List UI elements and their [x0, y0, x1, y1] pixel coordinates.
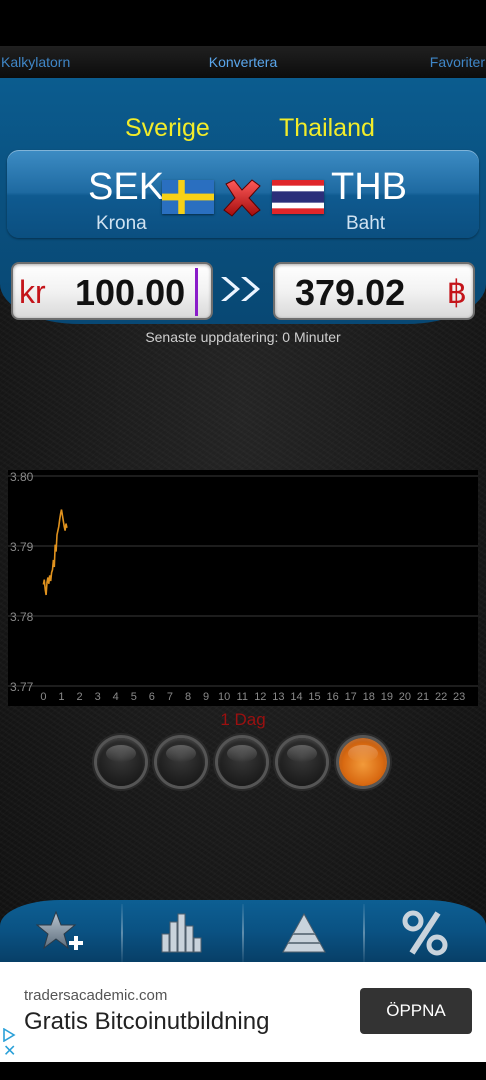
from-currency-name: Krona [96, 213, 147, 234]
chart-x-tick-label: 8 [185, 691, 191, 703]
chart-x-tick-label: 22 [435, 691, 447, 703]
tab-favorites[interactable]: Favoriter [430, 54, 485, 70]
chart-x-tick-label: 14 [290, 691, 302, 703]
chart-y-tick-label: 3.79 [10, 540, 34, 554]
percent-icon [402, 910, 448, 956]
chart-y-tick-label: 3.80 [10, 470, 34, 484]
tab-calculator[interactable]: Kalkylatorn [1, 54, 70, 70]
tab-convert[interactable]: Konvertera [209, 54, 277, 70]
chart-icon [161, 913, 202, 953]
chart-x-tick-label: 5 [131, 691, 137, 703]
add-favorite-icon [36, 910, 83, 950]
chart-x-tick-label: 21 [417, 691, 429, 703]
period-label: 1 Dag [220, 710, 266, 729]
chart-x-tick-label: 16 [327, 691, 339, 703]
chart-x-tick-label: 6 [149, 691, 155, 703]
chart-button[interactable] [122, 900, 242, 962]
chart-x-tick-label: 20 [399, 691, 411, 703]
period-button-3[interactable] [218, 738, 266, 786]
percent-button[interactable] [364, 900, 484, 962]
currency-pair: SEK Krona THB Baht [7, 150, 479, 238]
chart-x-tick-label: 12 [254, 691, 266, 703]
from-currency-code[interactable]: SEK [88, 166, 164, 209]
tab-convert-container: Konvertera [0, 54, 486, 70]
to-currency-name: Baht [346, 213, 386, 234]
chart-y-tick-label: 3.78 [10, 610, 34, 624]
chart-x-tick-label: 11 [237, 691, 248, 703]
chart-x-tick-label: 19 [381, 691, 393, 703]
chart-x-tick-label: 2 [77, 691, 83, 703]
add-favorite-button[interactable] [0, 900, 120, 962]
to-amount-value: 379.02 [295, 272, 406, 313]
last-update-text: Senaste uppdatering: 0 Minuter [145, 329, 341, 345]
period-button-4[interactable] [278, 738, 326, 786]
chart-y-tick-label: 3.77 [10, 680, 34, 694]
chart-x-tick-label: 15 [308, 691, 320, 703]
chart-x-tick-label: 10 [218, 691, 230, 703]
bottom-toolbar [0, 900, 486, 962]
period-button-1[interactable] [97, 738, 145, 786]
pyramid-button[interactable] [243, 900, 363, 962]
status-bar [0, 0, 486, 46]
ad-domain: tradersacademic.com [24, 987, 168, 1004]
from-country[interactable]: Sverige [125, 114, 210, 143]
period-button-2[interactable] [157, 738, 205, 786]
ad-open-button[interactable]: ÖPPNA [360, 988, 472, 1034]
ad-title[interactable]: Gratis Bitcoinutbildning [24, 1008, 269, 1036]
ad-banner[interactable]: tradersacademic.com Gratis Bitcoinutbild… [0, 962, 486, 1062]
rate-chart: 3.803.793.783.770 1 2 3 4 5 6 7 8 9 10 11 12 13 14 15 16… [8, 470, 478, 706]
chart-x-tick-label: 13 [272, 691, 284, 703]
chart-x-tick-label: 3 [95, 691, 101, 703]
top-tab-bar: Kalkylatorn Konvertera Favoriter [0, 46, 486, 79]
from-currency-symbol: kr [19, 274, 46, 310]
adchoices-icon[interactable] [2, 1028, 16, 1042]
to-country[interactable]: Thailand [279, 114, 375, 143]
converter-panel: Sverige Thailand SEK Krona THB Baht kr 1… [0, 78, 486, 324]
sweden-flag-icon[interactable] [162, 180, 214, 214]
swap-icon[interactable] [220, 176, 264, 220]
chart-x-tick-label: 7 [167, 691, 173, 703]
chart-x-tick-label: 1 [58, 691, 64, 703]
chart-x-tick-label: 17 [345, 691, 357, 703]
converter-screen: Kalkylatorn Konvertera Favoriter Sverige… [0, 46, 486, 962]
chart-x-tick-label: 9 [203, 691, 209, 703]
from-amount-value[interactable]: 100.00 [75, 272, 185, 314]
chart-background [8, 470, 478, 706]
chart-x-tick-label: 18 [363, 691, 375, 703]
ad-close-icon[interactable]: ✕ [3, 1044, 16, 1060]
to-currency-symbol: ฿ [446, 274, 467, 310]
text-cursor [195, 268, 198, 316]
pyramid-icon [282, 912, 326, 953]
chart-x-tick-label: 0 [40, 691, 46, 703]
system-nav-bar [0, 1062, 486, 1080]
thailand-flag-icon[interactable] [272, 180, 324, 214]
chart-x-tick-label: 23 [453, 691, 465, 703]
convert-arrows-icon [221, 277, 260, 301]
from-amount-field[interactable]: kr 100.00 [11, 262, 213, 320]
chart-x-tick-label: 4 [113, 691, 119, 703]
to-amount-field[interactable]: 379.02 ฿ [273, 262, 475, 320]
to-currency-code[interactable]: THB [331, 166, 407, 209]
period-button-5[interactable] [339, 738, 387, 786]
